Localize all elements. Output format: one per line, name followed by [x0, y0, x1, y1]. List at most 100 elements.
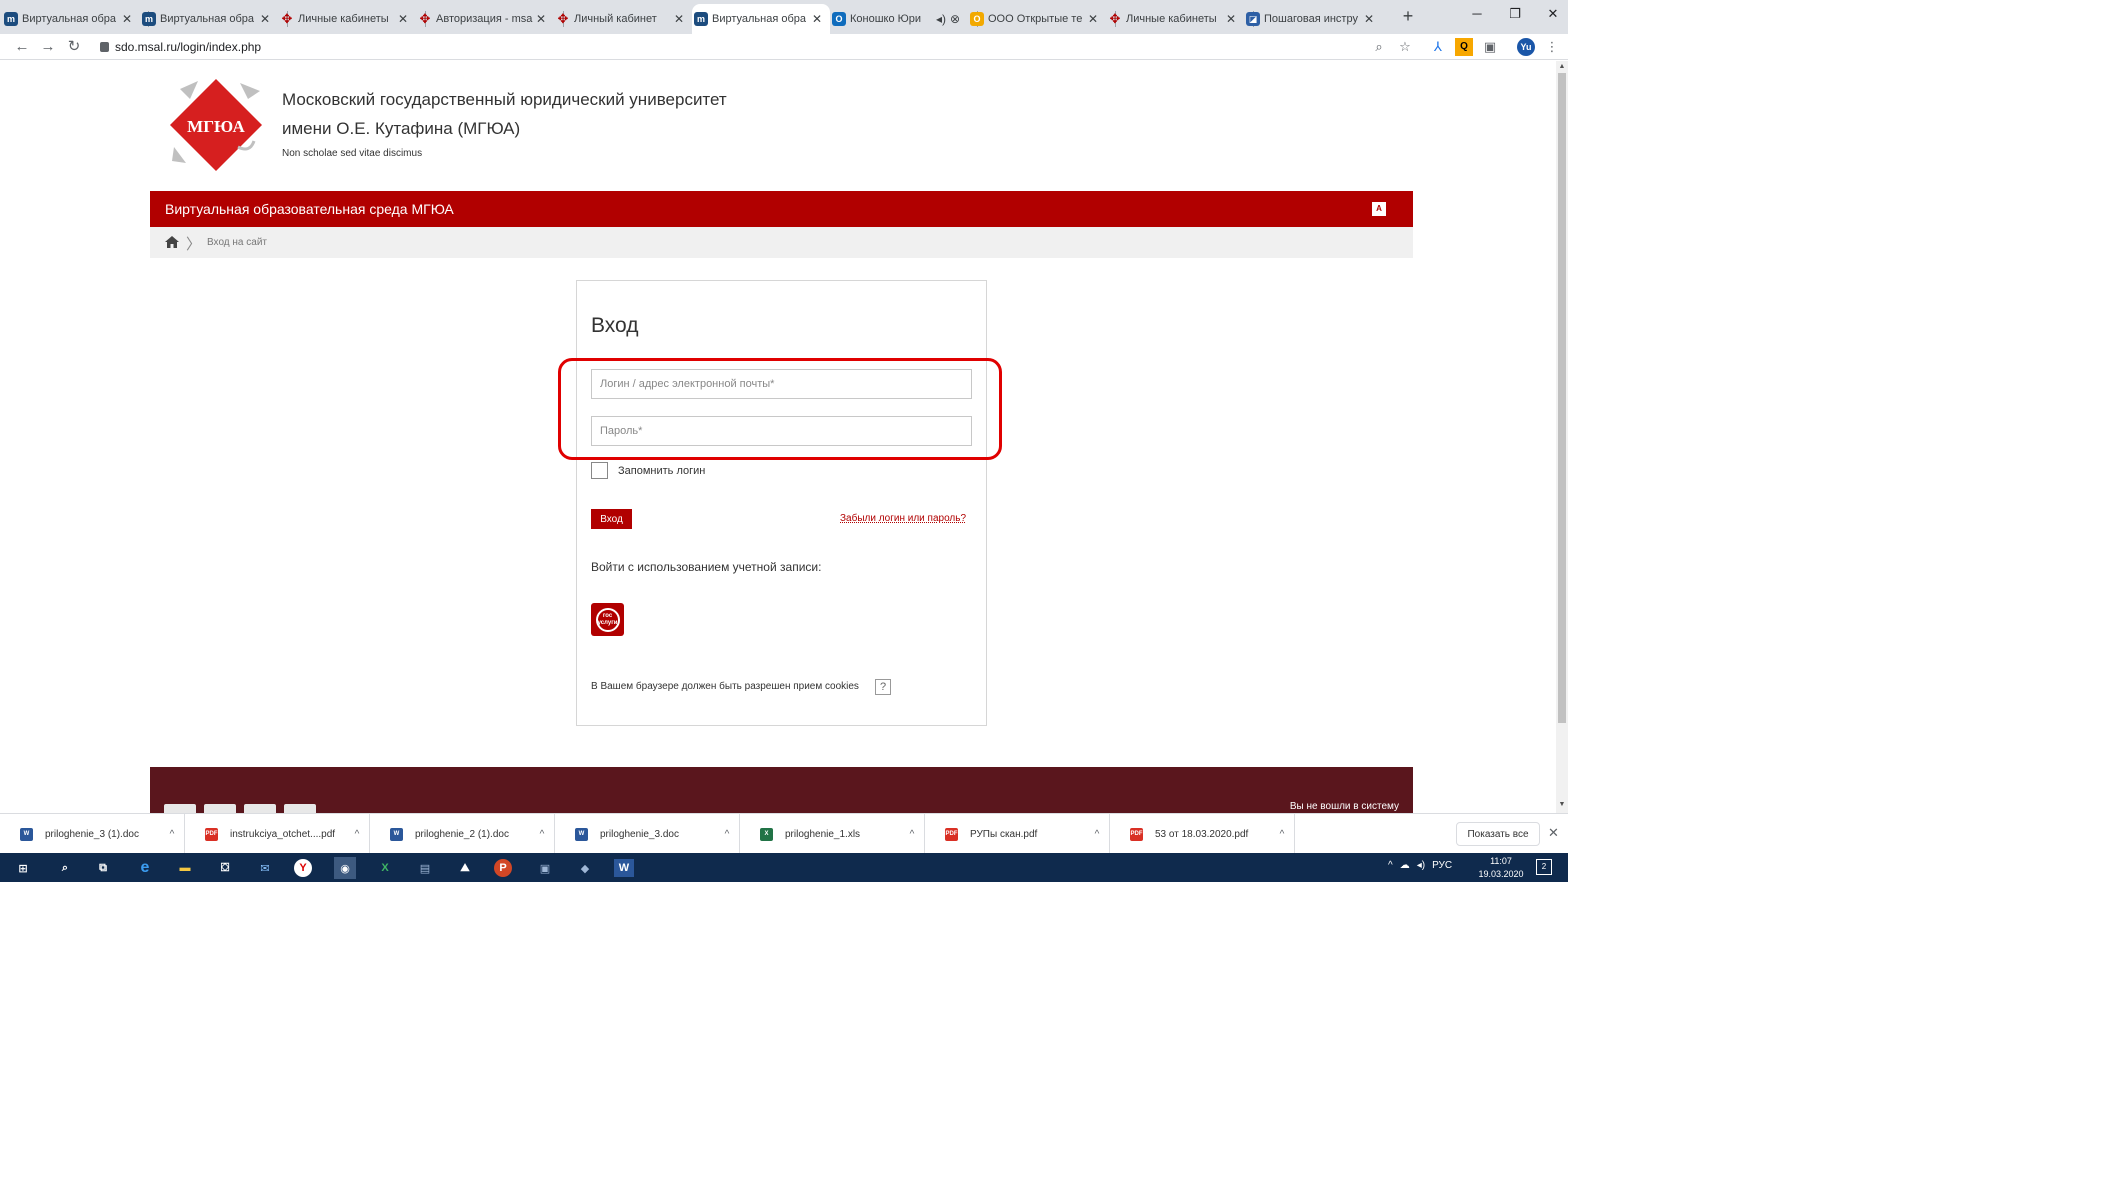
language-indicator[interactable]: РУС — [1432, 860, 1452, 871]
gosuslugi-login-button[interactable]: гос услуги — [591, 603, 624, 636]
close-icon[interactable]: ✕ — [1548, 825, 1559, 841]
browser-tab[interactable]: ◪ Пошаговая инстру ✕ — [1244, 4, 1382, 34]
photos-icon[interactable]: ⛰ — [454, 857, 476, 879]
forgot-password-link[interactable]: Забыли логин или пароль? — [840, 513, 966, 524]
download-item[interactable]: PDF РУПы скан.pdf ^ — [925, 814, 1110, 854]
mute-icon[interactable]: ◂) — [934, 12, 948, 26]
scroll-up-icon[interactable]: ▲ — [1556, 61, 1568, 73]
scrollbar[interactable]: ▲ ▼ — [1556, 61, 1568, 813]
page-content: МГЮА Московский государственный юридичес… — [0, 61, 1556, 813]
notification-icon[interactable]: 2 — [1536, 859, 1552, 875]
chevron-up-icon[interactable]: ^ — [1085, 829, 1109, 840]
menu-icon[interactable]: ⋮ — [1543, 38, 1561, 56]
login-button[interactable]: Вход — [591, 509, 632, 529]
powerpoint-icon[interactable]: P — [494, 859, 512, 877]
scroll-thumb[interactable] — [1558, 73, 1566, 723]
chevron-up-icon[interactable]: ^ — [160, 829, 184, 840]
remember-checkbox[interactable] — [591, 462, 608, 479]
scroll-down-icon[interactable]: ▼ — [1556, 799, 1568, 811]
tab-title: ООО Открытые те — [988, 13, 1083, 25]
social-icon[interactable] — [284, 804, 316, 813]
app-icon[interactable]: ◆ — [574, 857, 596, 879]
social-icon[interactable] — [244, 804, 276, 813]
chevron-up-icon[interactable]: ^ — [345, 829, 369, 840]
chevron-up-icon[interactable]: ^ — [715, 829, 739, 840]
download-item[interactable]: PDF instrukciya_otchet....pdf ^ — [185, 814, 370, 854]
download-item[interactable]: PDF 53 от 18.03.2020.pdf ^ — [1110, 814, 1295, 854]
browser-tab[interactable]: ✥ Личный кабинет ✕ — [554, 4, 692, 34]
address-bar[interactable]: sdo.msal.ru/login/index.php — [100, 38, 261, 56]
clock[interactable]: 11:07 19.03.2020 — [1476, 855, 1526, 881]
cloud-icon[interactable]: ☁ — [1400, 860, 1410, 871]
mail-icon[interactable]: ✉ — [254, 857, 276, 879]
browser-tab[interactable]: m Виртуальная обра ✕ — [2, 4, 140, 34]
profile-avatar[interactable]: Yu — [1517, 38, 1535, 56]
download-item[interactable]: X priloghenie_1.xls ^ — [740, 814, 925, 854]
university-logo[interactable]: МГЮА — [168, 77, 264, 173]
close-icon[interactable]: ✕ — [1224, 12, 1238, 26]
chevron-up-icon[interactable]: ^ — [1388, 860, 1393, 871]
close-icon[interactable]: ✕ — [1362, 12, 1376, 26]
close-icon[interactable]: ⊗ — [948, 12, 962, 26]
browser-tab[interactable]: m Виртуальная обра ✕ — [140, 4, 278, 34]
home-icon[interactable] — [165, 236, 179, 248]
social-icon[interactable] — [164, 804, 196, 813]
zoom-icon[interactable]: ⌕ — [1370, 38, 1388, 56]
forward-icon[interactable]: → — [38, 37, 58, 57]
chrome-icon[interactable]: ◉ — [334, 857, 356, 879]
browser-tab[interactable]: ✥ Личные кабинеты ✕ — [278, 4, 416, 34]
chevron-up-icon[interactable]: ^ — [1270, 829, 1294, 840]
help-icon[interactable]: ? — [875, 679, 891, 695]
browser-tab[interactable]: O Коношко Юри ◂) ⊗ — [830, 4, 968, 34]
download-item[interactable]: W priloghenie_2 (1).doc ^ — [370, 814, 555, 854]
close-icon[interactable]: ✕ — [534, 12, 548, 26]
edge-icon[interactable]: e — [134, 857, 156, 879]
restore-button[interactable]: ❐ — [1500, 6, 1530, 26]
download-item[interactable]: W priloghenie_3.doc ^ — [555, 814, 740, 854]
banner-title[interactable]: Виртуальная образовательная среда МГЮА — [165, 201, 454, 217]
browser-tab[interactable]: ✥ Авторизация - msa ✕ — [416, 4, 554, 34]
extension-icon[interactable]: ▣ — [1481, 38, 1499, 56]
back-icon[interactable]: ← — [12, 37, 32, 57]
file-explorer-icon[interactable]: ▬ — [174, 857, 196, 879]
close-icon[interactable]: ✕ — [120, 12, 134, 26]
search-icon[interactable]: ⌕ — [54, 857, 76, 879]
windows-start-icon[interactable]: ⊞ — [12, 857, 34, 879]
username-field[interactable] — [591, 369, 972, 399]
tab-title: Личные кабинеты — [298, 13, 389, 25]
browser-tab[interactable]: ✥ Личные кабинеты ✕ — [1106, 4, 1244, 34]
extension-icon[interactable]: Q — [1455, 38, 1473, 56]
excel-icon[interactable]: X — [374, 857, 396, 879]
social-icon[interactable] — [204, 804, 236, 813]
language-icon[interactable]: A — [1372, 202, 1386, 216]
bookmark-star-icon[interactable]: ☆ — [1396, 38, 1414, 56]
reload-icon[interactable]: ↻ — [64, 37, 84, 57]
close-icon[interactable]: ✕ — [1086, 12, 1100, 26]
close-icon[interactable]: ✕ — [396, 12, 410, 26]
chevron-up-icon[interactable]: ^ — [530, 829, 554, 840]
close-window-button[interactable]: ✕ — [1538, 6, 1568, 26]
download-item[interactable]: W priloghenie_3 (1).doc ^ — [0, 814, 185, 854]
new-tab-button[interactable]: + — [1398, 6, 1418, 28]
minimize-button[interactable]: ─ — [1462, 6, 1492, 26]
yandex-browser-icon[interactable]: Y — [294, 859, 312, 877]
app-icon[interactable]: ▣ — [534, 857, 556, 879]
system-tray: ^ ☁ ◂) РУС — [1388, 860, 1452, 871]
browser-tab-active[interactable]: m Виртуальная обра ✕ — [692, 4, 830, 34]
chevron-up-icon[interactable]: ^ — [900, 829, 924, 840]
extension-icon[interactable]: ⅄ — [1429, 38, 1447, 56]
store-icon[interactable]: ⛋ — [214, 857, 236, 879]
close-icon[interactable]: ✕ — [810, 12, 824, 26]
app-icon[interactable]: ▤ — [414, 857, 436, 879]
gosuslugi-icon: гос услуги — [595, 607, 620, 632]
close-icon[interactable]: ✕ — [672, 12, 686, 26]
browser-tab[interactable]: O ООО Открытые те ✕ — [968, 4, 1106, 34]
task-view-icon[interactable]: ⧉ — [92, 857, 114, 879]
password-field[interactable] — [591, 416, 972, 446]
word-icon[interactable]: W — [614, 859, 634, 877]
close-icon[interactable]: ✕ — [258, 12, 272, 26]
remember-label: Запомнить логин — [618, 465, 706, 477]
volume-icon[interactable]: ◂) — [1417, 860, 1425, 871]
moodle-icon: m — [694, 12, 708, 26]
show-all-downloads-button[interactable]: Показать все — [1456, 822, 1540, 846]
